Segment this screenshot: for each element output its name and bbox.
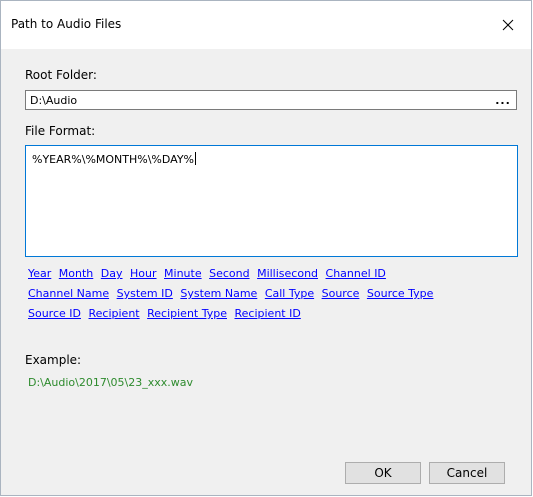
- token-day[interactable]: Day: [101, 267, 123, 280]
- cancel-button[interactable]: Cancel: [429, 462, 505, 484]
- example-label: Example:: [25, 353, 82, 367]
- token-row-3: Source ID Recipient Recipient Type Recip…: [28, 304, 518, 324]
- file-format-label: File Format:: [25, 124, 96, 138]
- token-row-2: Channel Name System ID System Name Call …: [28, 284, 518, 304]
- root-folder-label: Root Folder:: [25, 68, 97, 82]
- ok-button[interactable]: OK: [345, 462, 421, 484]
- token-year[interactable]: Year: [28, 267, 51, 280]
- token-hour[interactable]: Hour: [130, 267, 157, 280]
- token-source-id[interactable]: Source ID: [28, 307, 81, 320]
- token-system-name[interactable]: System Name: [180, 287, 257, 300]
- dialog-title: Path to Audio Files: [11, 17, 122, 31]
- token-month[interactable]: Month: [59, 267, 93, 280]
- token-recipient-id[interactable]: Recipient ID: [235, 307, 301, 320]
- root-folder-input[interactable]: D:\Audio ...: [25, 90, 517, 110]
- token-millisecond[interactable]: Millisecond: [257, 267, 318, 280]
- token-call-type[interactable]: Call Type: [265, 287, 314, 300]
- token-row-1: Year Month Day Hour Minute Second Millis…: [28, 264, 518, 284]
- token-channel-name[interactable]: Channel Name: [28, 287, 109, 300]
- token-recipient-type[interactable]: Recipient Type: [147, 307, 227, 320]
- token-source-type[interactable]: Source Type: [367, 287, 434, 300]
- token-recipient[interactable]: Recipient: [89, 307, 140, 320]
- title-bar: Path to Audio Files: [1, 1, 531, 49]
- file-format-value[interactable]: %YEAR%\%MONTH%\%DAY%: [32, 152, 196, 166]
- token-second[interactable]: Second: [209, 267, 249, 280]
- close-button[interactable]: [485, 1, 531, 49]
- example-value: D:\Audio\2017\05\23_xxx.wav: [28, 376, 194, 389]
- text-caret: [195, 152, 196, 165]
- token-system-id[interactable]: System ID: [117, 287, 173, 300]
- file-format-input[interactable]: %YEAR%\%MONTH%\%DAY%: [25, 145, 518, 257]
- file-format-text: %YEAR%\%MONTH%\%DAY%: [32, 153, 194, 166]
- token-links: Year Month Day Hour Minute Second Millis…: [28, 264, 518, 324]
- close-icon: [502, 19, 514, 31]
- token-channel-id[interactable]: Channel ID: [326, 267, 386, 280]
- token-minute[interactable]: Minute: [164, 267, 202, 280]
- path-to-audio-files-dialog: Path to Audio Files Root Folder: D:\Audi…: [0, 0, 532, 496]
- browse-button[interactable]: ...: [492, 91, 514, 109]
- token-source[interactable]: Source: [322, 287, 360, 300]
- root-folder-value[interactable]: D:\Audio: [30, 94, 77, 107]
